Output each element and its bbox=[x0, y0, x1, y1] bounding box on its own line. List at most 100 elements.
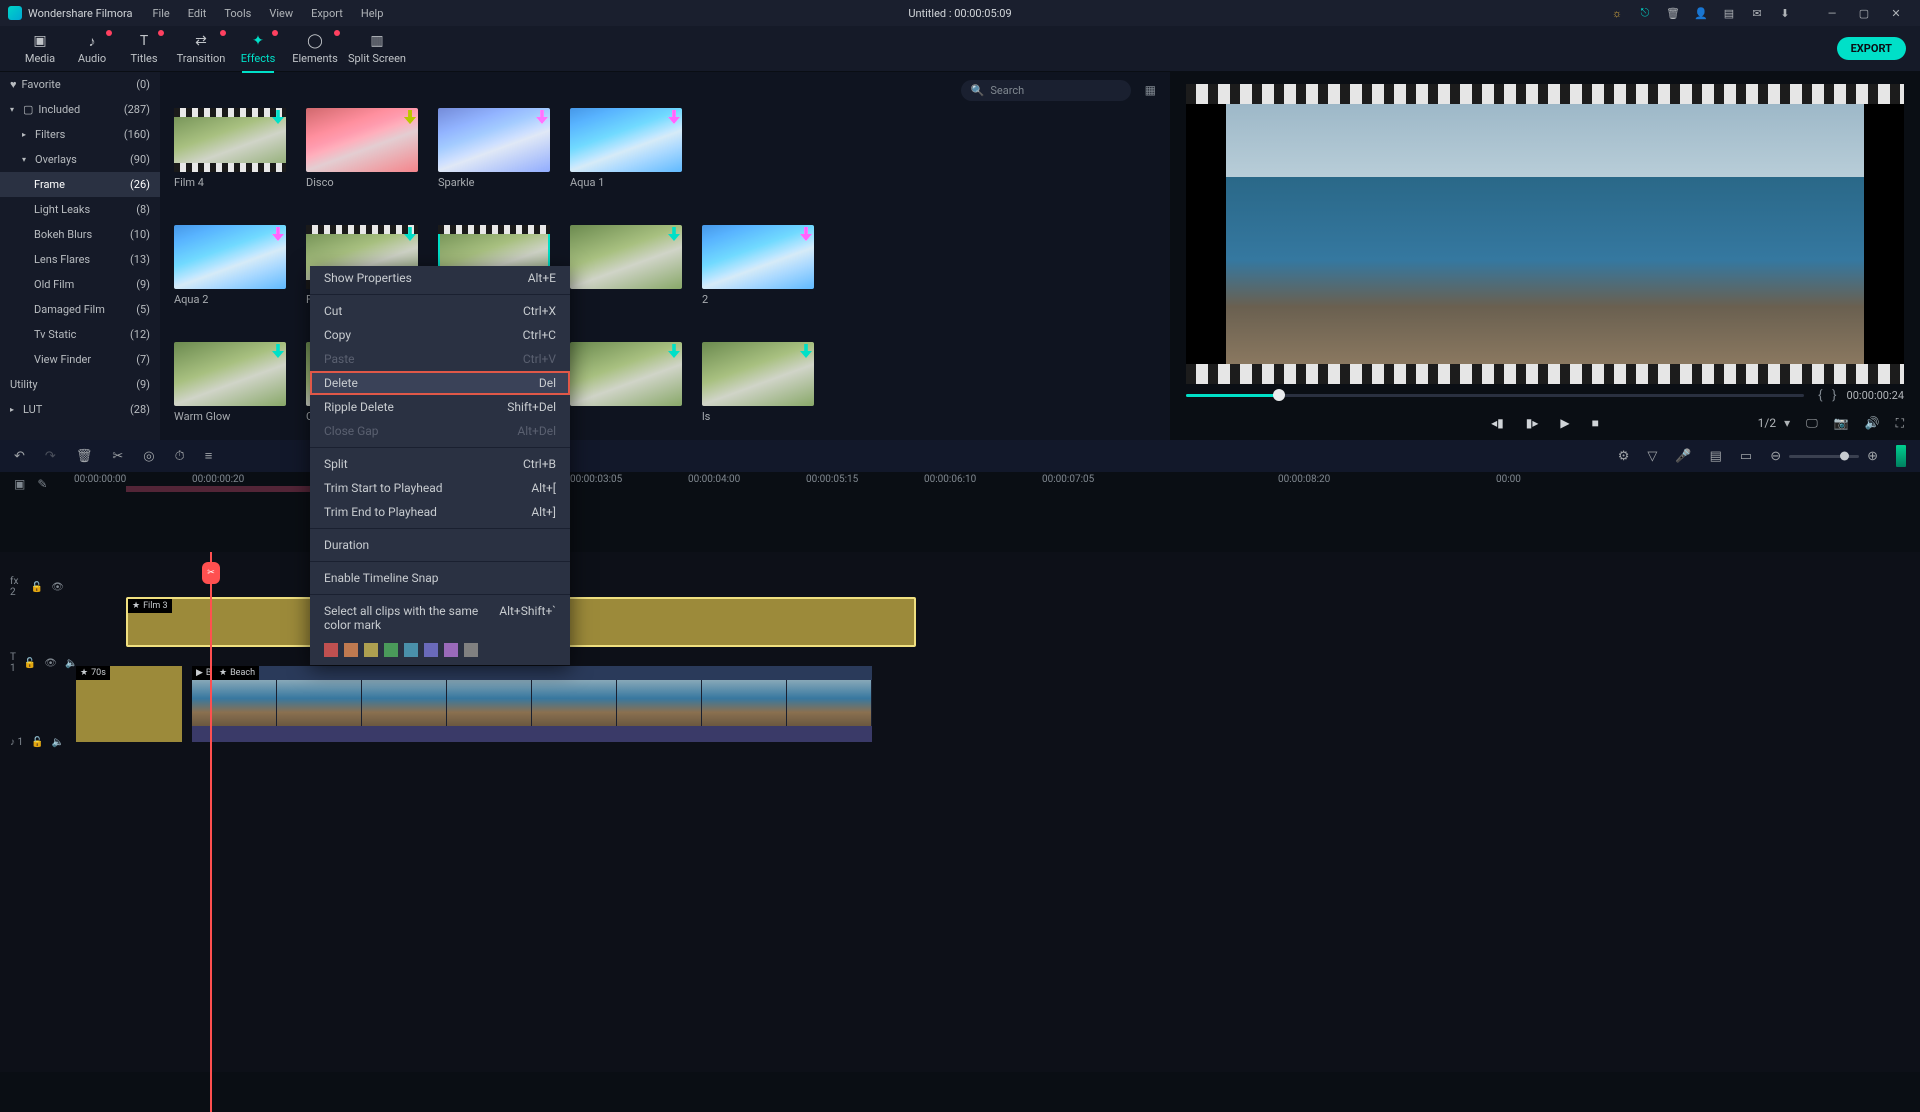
effect-thumb[interactable]: Film 4 bbox=[174, 108, 286, 189]
display-icon[interactable]: 🖵 bbox=[1806, 416, 1818, 431]
ctx-trim-end[interactable]: Trim End to PlayheadAlt+] bbox=[310, 500, 570, 524]
color-swatch[interactable] bbox=[424, 643, 438, 657]
tab-audio[interactable]: ♪Audio bbox=[66, 32, 118, 65]
undo-button[interactable]: ↶ bbox=[14, 449, 25, 464]
color-swatch[interactable] bbox=[324, 643, 338, 657]
track-head-audio[interactable]: ♪ 1🔓🔈 bbox=[0, 737, 64, 748]
tab-elements[interactable]: ◯Elements bbox=[284, 32, 346, 65]
zoom-slider[interactable] bbox=[1789, 455, 1859, 458]
menu-view[interactable]: View bbox=[269, 7, 293, 20]
sidebar-item-light-leaks[interactable]: Light Leaks(8) bbox=[0, 197, 160, 222]
zoom-out-button[interactable]: ⊖ bbox=[1770, 449, 1781, 464]
next-frame-button[interactable]: ▮▸ bbox=[1526, 416, 1539, 430]
mail-icon[interactable]: ✉ bbox=[1750, 6, 1764, 20]
effect-thumb[interactable] bbox=[570, 342, 682, 423]
sidebar-item-bokeh-blurs[interactable]: Bokeh Blurs(10) bbox=[0, 222, 160, 247]
mute-icon[interactable]: 🔈 bbox=[52, 737, 64, 748]
voiceover-icon[interactable]: 🎤 bbox=[1675, 449, 1691, 464]
color-swatch[interactable] bbox=[364, 643, 378, 657]
sidebar-item-tv-static[interactable]: Tv Static(12) bbox=[0, 322, 160, 347]
tab-transition[interactable]: ⇄Transition bbox=[170, 32, 232, 65]
color-swatch[interactable] bbox=[404, 643, 418, 657]
volume-icon[interactable]: 🔊 bbox=[1865, 416, 1880, 430]
ctx-select-color[interactable]: Select all clips with the same color mar… bbox=[310, 599, 570, 637]
tab-split-screen[interactable]: ▥Split Screen bbox=[346, 32, 408, 65]
lock-icon[interactable]: 🔓 bbox=[31, 582, 43, 593]
menu-help[interactable]: Help bbox=[361, 7, 384, 20]
sidebar-favorite[interactable]: ♥ Favorite(0) bbox=[0, 72, 160, 97]
render-icon[interactable]: ⚙ bbox=[1618, 449, 1630, 464]
ctx-copy[interactable]: CopyCtrl+C bbox=[310, 323, 570, 347]
prev-frame-button[interactable]: ◂▮ bbox=[1491, 416, 1504, 430]
effect-thumb[interactable]: Disco bbox=[306, 108, 418, 189]
color-button[interactable]: ≡ bbox=[205, 448, 213, 464]
sidebar-item-view-finder[interactable]: View Finder(7) bbox=[0, 347, 160, 372]
sidebar-item-frame[interactable]: Frame(26) bbox=[0, 172, 160, 197]
search-input[interactable]: 🔍Search bbox=[961, 80, 1131, 101]
ctx-show-properties[interactable]: Show PropertiesAlt+E bbox=[310, 266, 570, 290]
color-swatch[interactable] bbox=[444, 643, 458, 657]
ctx-snap[interactable]: Enable Timeline Snap bbox=[310, 566, 570, 590]
effect-thumb[interactable]: Warm Glow bbox=[174, 342, 286, 423]
ctx-split[interactable]: SplitCtrl+B bbox=[310, 452, 570, 476]
timeline-clip-short[interactable]: ★ 70s bbox=[76, 666, 182, 742]
play-button[interactable]: ▶ bbox=[1560, 416, 1569, 430]
sidebar-item-old-film[interactable]: Old Film(9) bbox=[0, 272, 160, 297]
tab-effects[interactable]: ✦Effects bbox=[232, 32, 284, 65]
download-icon[interactable]: ⬇ bbox=[1778, 6, 1792, 20]
lock-icon[interactable]: 🔓 bbox=[24, 658, 36, 669]
snapshot-icon[interactable]: 📷 bbox=[1834, 416, 1849, 430]
track-head-video[interactable]: T 1🔓👁🔈 bbox=[0, 652, 64, 674]
ctx-ripple-delete[interactable]: Ripple DeleteShift+Del bbox=[310, 395, 570, 419]
track-manage-icon[interactable]: ✎ bbox=[37, 477, 47, 491]
window-close-button[interactable]: ✕ bbox=[1880, 0, 1912, 26]
ratio-icon[interactable]: ▭ bbox=[1740, 449, 1752, 464]
track-add-icon[interactable]: ▣ bbox=[14, 477, 25, 491]
menu-file[interactable]: File bbox=[152, 7, 169, 20]
marker-icon[interactable]: ▽ bbox=[1647, 449, 1657, 464]
window-maximize-button[interactable]: ▢ bbox=[1848, 0, 1880, 26]
track-head-fx[interactable]: fx 2🔓👁 bbox=[0, 576, 64, 598]
speed-button[interactable]: ⏱ bbox=[175, 449, 185, 464]
effect-thumb[interactable]: 2 bbox=[702, 225, 814, 306]
crop-button[interactable]: ◎ bbox=[143, 449, 154, 464]
ctx-trim-start[interactable]: Trim Start to PlayheadAlt+[ bbox=[310, 476, 570, 500]
delete-button[interactable]: 🗑 bbox=[76, 449, 93, 464]
sidebar-item-damaged-film[interactable]: Damaged Film(5) bbox=[0, 297, 160, 322]
color-swatch[interactable] bbox=[384, 643, 398, 657]
effect-thumb[interactable]: ls bbox=[702, 342, 814, 423]
color-swatch[interactable] bbox=[344, 643, 358, 657]
preview-scrubber[interactable]: { } 00:00:00:24 bbox=[1186, 384, 1904, 406]
sidebar-included[interactable]: ▾▢ Included(287) bbox=[0, 97, 160, 122]
timeline-clip-beach[interactable]: ▶ B ★ Beach bbox=[192, 666, 872, 742]
sidebar-overlays[interactable]: ▾Overlays(90) bbox=[0, 147, 160, 172]
split-button[interactable]: ✂ bbox=[112, 449, 123, 464]
grid-view-icon[interactable]: ▦ bbox=[1145, 83, 1156, 97]
preview-quality-select[interactable]: 1/2▾ bbox=[1758, 416, 1790, 430]
window-minimize-button[interactable]: — bbox=[1816, 0, 1848, 26]
color-swatch[interactable] bbox=[464, 643, 478, 657]
playhead[interactable]: ✂ bbox=[210, 552, 212, 1112]
effect-thumb[interactable]: Sparkle bbox=[438, 108, 550, 189]
tips-icon[interactable]: ☼ bbox=[1610, 6, 1624, 20]
tab-titles[interactable]: TTitles bbox=[118, 32, 170, 65]
sidebar-filters[interactable]: ▸Filters(160) bbox=[0, 122, 160, 147]
zoom-in-button[interactable]: ⊕ bbox=[1867, 449, 1878, 464]
fullscreen-icon[interactable]: ⛶ bbox=[1896, 416, 1904, 431]
sidebar-item-lens-flares[interactable]: Lens Flares(13) bbox=[0, 247, 160, 272]
lock-icon[interactable]: 🔓 bbox=[31, 737, 43, 748]
sidebar-lut[interactable]: ▸LUT(28) bbox=[0, 397, 160, 422]
eye-icon[interactable]: 👁 bbox=[44, 658, 57, 669]
preview-viewport[interactable] bbox=[1186, 84, 1904, 384]
effect-thumb[interactable]: Aqua 1 bbox=[570, 108, 682, 189]
menu-tools[interactable]: Tools bbox=[224, 7, 251, 20]
effect-thumb[interactable]: Aqua 2 bbox=[174, 225, 286, 306]
ctx-delete[interactable]: DeleteDel bbox=[310, 371, 570, 395]
account-icon[interactable]: 👤 bbox=[1694, 6, 1708, 20]
sidebar-utility[interactable]: Utility(9) bbox=[0, 372, 160, 397]
save-icon[interactable]: ▤ bbox=[1722, 6, 1736, 20]
tab-media[interactable]: ▣Media bbox=[14, 32, 66, 65]
redo-button[interactable]: ↷ bbox=[45, 449, 56, 464]
menu-edit[interactable]: Edit bbox=[188, 7, 207, 20]
eye-icon[interactable]: 👁 bbox=[51, 582, 64, 593]
